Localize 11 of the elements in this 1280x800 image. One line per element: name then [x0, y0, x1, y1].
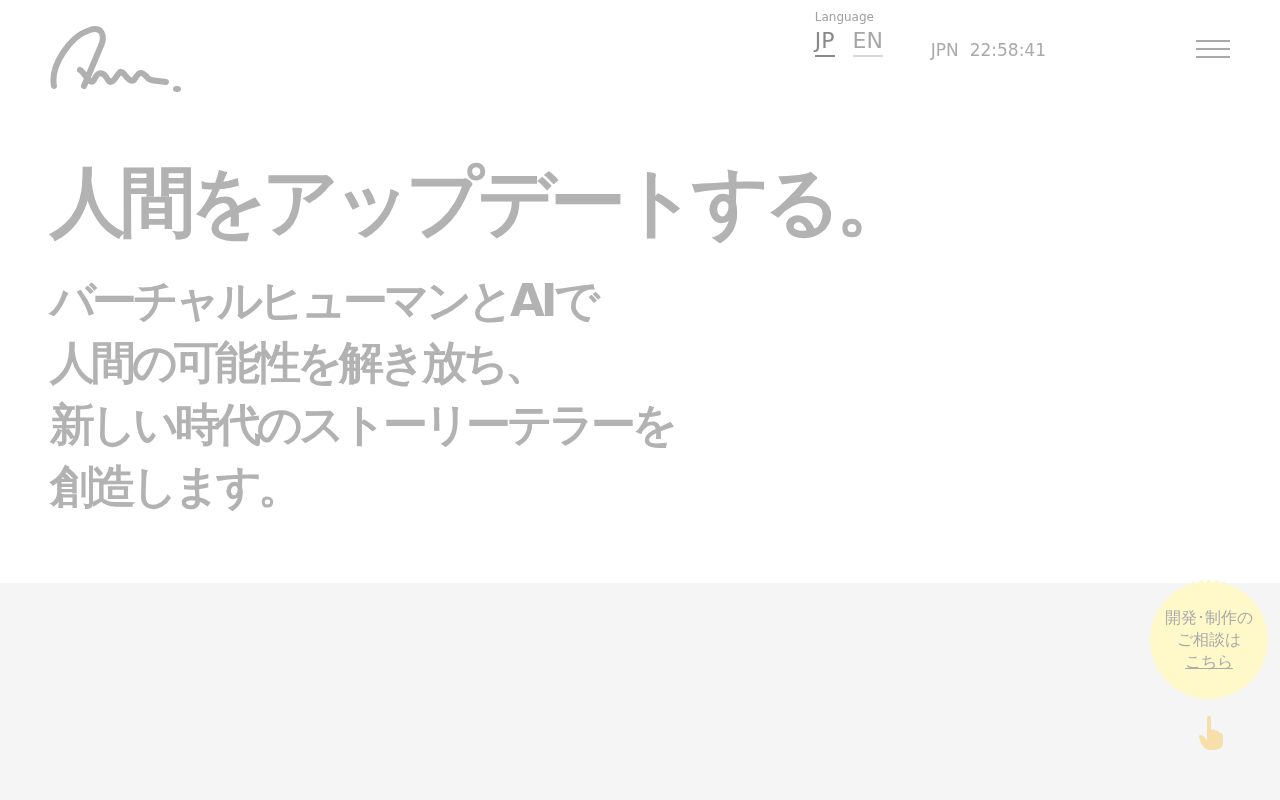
language-tab[interactable]: JP — [814, 28, 835, 57]
language-tab[interactable]: EN — [852, 28, 883, 57]
language-label: Language — [814, 10, 875, 24]
pointing-hand-icon — [1198, 715, 1224, 751]
signature-logo[interactable] — [50, 26, 182, 94]
consult-link[interactable]: こちら — [1185, 651, 1233, 673]
consult-text: 開発･制作の ご相談は — [1165, 607, 1253, 651]
hero-title: 人間をアップデートする。 — [50, 160, 907, 244]
menu-icon[interactable] — [1196, 40, 1230, 58]
hero-description: バーチャルヒューマンとAIで 人間の可能性を解き放ち、 新しい時代のストーリーテラーを 創造します。 — [50, 272, 675, 515]
clock-text: JPN 22:58:41 — [930, 40, 1046, 60]
